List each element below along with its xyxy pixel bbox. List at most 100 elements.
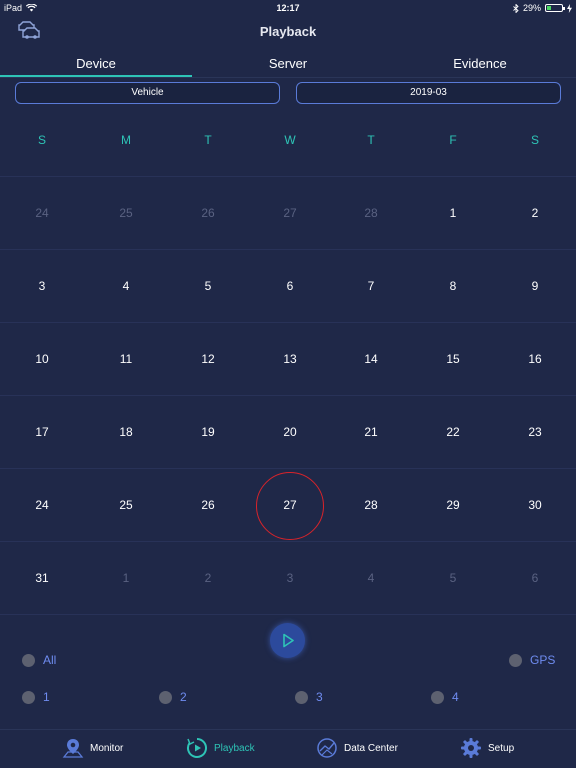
- today-indicator: [256, 471, 324, 540]
- gps-radio[interactable]: GPS: [509, 653, 555, 667]
- page-title: Playback: [259, 24, 317, 39]
- weekday-label: M: [121, 133, 131, 147]
- calendar-day[interactable]: 1: [85, 542, 167, 615]
- calendar-day-number: 1: [449, 206, 457, 220]
- channel-4-radio[interactable]: 4: [431, 690, 459, 704]
- radio-dot: [431, 690, 444, 704]
- calendar-day[interactable]: 18: [85, 396, 167, 469]
- calendar-day[interactable]: 19: [167, 396, 249, 469]
- calendar-day[interactable]: 17: [1, 396, 83, 469]
- calendar-day[interactable]: 31: [1, 542, 83, 615]
- calendar-day-number: 3: [38, 279, 46, 293]
- calendar-day[interactable]: 23: [494, 396, 576, 469]
- channel-2-radio[interactable]: 2: [159, 690, 187, 704]
- calendar-day[interactable]: 29: [412, 469, 494, 542]
- calendar-day[interactable]: 20: [249, 396, 331, 469]
- tabbar-monitor[interactable]: Monitor: [62, 737, 123, 759]
- calendar-day-today[interactable]: 27: [249, 469, 331, 542]
- calendar-day[interactable]: 9: [494, 250, 576, 323]
- calendar-day-number: 21: [364, 425, 378, 439]
- tab-server[interactable]: Server: [192, 50, 384, 78]
- calendar-day-number: 11: [119, 352, 133, 366]
- calendar-day-number: 24: [35, 206, 49, 220]
- calendar-day[interactable]: 6: [494, 542, 576, 615]
- calendar-day-number: 24: [35, 498, 49, 512]
- calendar-day[interactable]: 21: [330, 396, 412, 469]
- calendar-day[interactable]: 25: [85, 469, 167, 542]
- bottom-tab-bar: Monitor Playback Data Center Setup: [0, 730, 576, 768]
- calendar-day[interactable]: 12: [167, 323, 249, 396]
- calendar-day[interactable]: 4: [330, 542, 412, 615]
- calendar-day[interactable]: 26: [167, 177, 249, 250]
- calendar-day[interactable]: 26: [167, 469, 249, 542]
- weekday-label: W: [284, 133, 296, 147]
- calendar-day[interactable]: 10: [1, 323, 83, 396]
- calendar-day-number: 30: [528, 498, 542, 512]
- calendar-day[interactable]: 5: [167, 250, 249, 323]
- vehicle-selector[interactable]: Vehicle: [15, 82, 280, 104]
- calendar-day-number: 4: [367, 571, 375, 585]
- calendar-day[interactable]: 14: [330, 323, 412, 396]
- calendar-day[interactable]: 11: [85, 323, 167, 396]
- calendar-day-number: 13: [283, 352, 297, 366]
- radio-dot: [509, 653, 522, 667]
- tabbar-playback[interactable]: Playback: [186, 737, 255, 759]
- battery-percent: 29%: [522, 3, 541, 13]
- calendar-day[interactable]: 30: [494, 469, 576, 542]
- calendar-day[interactable]: 8: [412, 250, 494, 323]
- source-tabs: Device Server Evidence: [0, 50, 576, 78]
- calendar-day[interactable]: 7: [330, 250, 412, 323]
- battery-icon: [545, 4, 565, 12]
- calendar-day[interactable]: 4: [85, 250, 167, 323]
- calendar-day[interactable]: 3: [1, 250, 83, 323]
- calendar-day[interactable]: 2: [167, 542, 249, 615]
- month-selector[interactable]: 2019-03: [296, 82, 561, 104]
- calendar-day[interactable]: 5: [412, 542, 494, 615]
- calendar-day[interactable]: 27: [249, 177, 331, 250]
- calendar-day-number: 4: [122, 279, 130, 293]
- calendar-day[interactable]: 6: [249, 250, 331, 323]
- tabbar-setup[interactable]: Setup: [460, 737, 514, 759]
- calendar-day-number: 20: [283, 425, 297, 439]
- tab-device[interactable]: Device: [0, 50, 192, 78]
- calendar-day-number: 18: [119, 425, 133, 439]
- calendar-day-number: 22: [446, 425, 460, 439]
- calendar: S M T W T F S 24 25 26 27 28 1 2 3 4 5 6 7 8 9 10 11 12 13 14 15 16…: [0, 104, 576, 615]
- calendar-day-number: 1: [122, 571, 130, 585]
- gps-label: GPS: [530, 653, 556, 667]
- calendar-day[interactable]: 24: [1, 469, 83, 542]
- channel-3-radio[interactable]: 3: [295, 690, 323, 704]
- calendar-day[interactable]: 24: [1, 177, 83, 250]
- calendar-day[interactable]: 25: [85, 177, 167, 250]
- channel-1-label: 1: [43, 690, 50, 704]
- calendar-day-number: 8: [449, 279, 457, 293]
- calendar-day[interactable]: 2: [494, 177, 576, 250]
- calendar-day[interactable]: 3: [249, 542, 331, 615]
- calendar-day[interactable]: 1: [412, 177, 494, 250]
- tabbar-data-center[interactable]: Data Center: [316, 737, 398, 759]
- status-bar: iPad 12:17 29%: [0, 0, 576, 16]
- calendar-day[interactable]: 16: [494, 323, 576, 396]
- calendar-day[interactable]: 22: [412, 396, 494, 469]
- calendar-day[interactable]: 28: [330, 177, 412, 250]
- calendar-day-number: 26: [201, 206, 215, 220]
- channel-all-radio[interactable]: All: [22, 653, 56, 667]
- gear-icon: [461, 738, 481, 758]
- calendar-day[interactable]: 15: [412, 323, 494, 396]
- channel-3-label: 3: [316, 690, 323, 704]
- calendar-day-number: 28: [364, 498, 378, 512]
- calendar-week: 24 25 26 27 28 29 30: [0, 469, 576, 542]
- tab-evidence[interactable]: Evidence: [384, 50, 576, 78]
- calendar-week: 17 18 19 20 21 22 23: [0, 396, 576, 469]
- calendar-week: 3 4 5 6 7 8 9: [0, 250, 576, 323]
- weekday-header: SMTWTFS: [0, 104, 576, 177]
- calendar-day[interactable]: 28: [330, 469, 412, 542]
- calendar-day-number: 25: [119, 498, 133, 512]
- calendar-day[interactable]: 13: [249, 323, 331, 396]
- channel-1-radio[interactable]: 1: [22, 690, 50, 704]
- play-button[interactable]: [270, 623, 305, 658]
- bluetooth-icon: [513, 3, 519, 13]
- map-pin-icon: [62, 739, 84, 758]
- calendar-day-number: 16: [528, 352, 542, 366]
- calendar-day-number: 23: [528, 425, 542, 439]
